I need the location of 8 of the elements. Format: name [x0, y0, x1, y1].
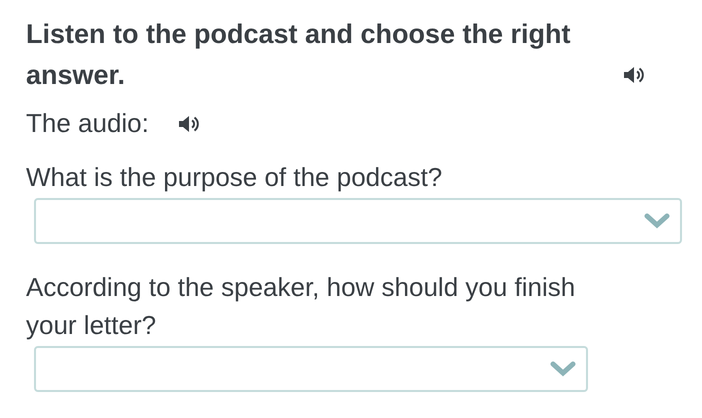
chevron-down-icon	[644, 213, 670, 229]
question-text: According to the speaker, how should you finish your letter?	[26, 271, 576, 342]
chevron-down-icon	[550, 361, 576, 377]
instruction-text: Listen to the podcast and choose the right answer.	[26, 18, 572, 92]
question-text: What is the purpose of the podcast?	[26, 161, 444, 194]
speaker-icon[interactable]	[622, 65, 644, 85]
audio-label: The audio:	[26, 108, 149, 138]
speaker-icon[interactable]	[176, 114, 199, 134]
